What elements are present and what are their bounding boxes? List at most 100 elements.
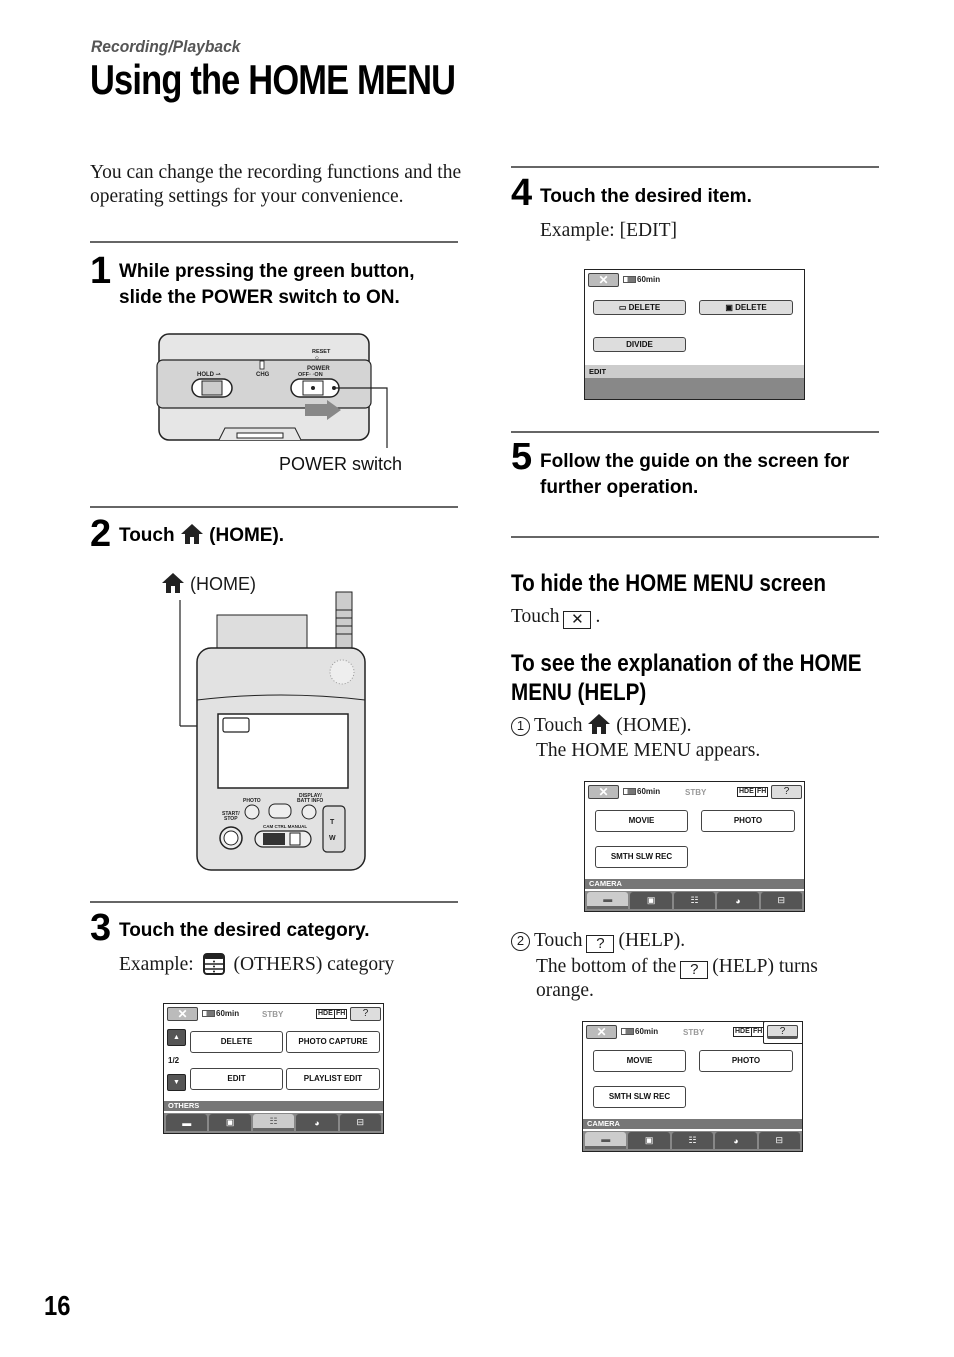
step-1-number: 1	[90, 250, 112, 292]
tab-settings[interactable]: ⊟	[339, 1114, 382, 1131]
close-icon: ✕	[563, 611, 592, 629]
playback-icon: ▣	[225, 1117, 235, 1127]
help-step-1: 1 Touch (HOME).	[511, 713, 692, 738]
power-switch-callout: POWER switch	[279, 454, 403, 474]
playback-icon: ▣	[646, 895, 656, 905]
film-icon: ▭	[618, 303, 627, 312]
help-step-2-note: The bottom of the? (HELP) turns orange.	[536, 956, 818, 1001]
off-on-label: OFF◦ ◦ON	[298, 372, 323, 378]
menu-item-delete[interactable]: DELETE	[190, 1031, 283, 1053]
svg-text:◇: ◇	[315, 355, 319, 361]
menu-item-smooth-slow-rec[interactable]: SMTH SLW REC	[595, 846, 688, 868]
camcorder-figure: PHOTO START/ STOP DISPLAY/ BATT INFO CAM…	[179, 591, 366, 871]
camera-icon: ▬	[601, 1134, 611, 1144]
help-step-2: 2 Touch? (HELP).	[511, 929, 685, 953]
step-4-number: 4	[511, 172, 533, 214]
close-button[interactable]: ✕	[588, 273, 619, 287]
svg-text:T: T	[330, 819, 335, 826]
close-button[interactable]: ✕	[586, 1025, 617, 1039]
step-4-heading: Touch the desired item.	[540, 186, 752, 207]
toolbox-icon: ⊟	[775, 1135, 784, 1145]
hold-label: HOLD ⇀	[197, 371, 221, 378]
close-button[interactable]: ✕	[167, 1007, 198, 1021]
tab-camera[interactable]: ▬	[585, 1132, 627, 1149]
step-1-heading: While pressing the green button, slide t…	[119, 259, 415, 311]
battery-indicator: 60min	[621, 1027, 658, 1036]
bottom-bar	[585, 378, 804, 399]
menu-item-movie[interactable]: MOVIE	[593, 1050, 686, 1072]
menu-item-photo[interactable]: PHOTO	[701, 810, 795, 832]
divider	[90, 901, 458, 903]
edit-menu-screen: ✕ 60min ▭ DELETE ▣ DELETE DIVIDE EDIT	[584, 269, 805, 400]
tab-settings[interactable]: ⊟	[760, 892, 803, 909]
home-menu-help-screen: ✕ 60min STBY HDE FH ? MOVIE PHOTO SMTH S…	[582, 1021, 803, 1152]
category-tabs: ▬ ▣ ☷ ◕ ⊟	[164, 1113, 383, 1133]
home-button-location	[222, 717, 250, 733]
step-1-heading-line2: slide the POWER switch to ON.	[119, 287, 400, 308]
intro-text: You can change the recording functions a…	[90, 162, 462, 207]
divider	[511, 536, 879, 538]
help-button[interactable]: ?	[771, 785, 802, 799]
battery-indicator: 60min	[623, 787, 660, 796]
menu-item-photo-capture[interactable]: PHOTO CAPTURE	[286, 1031, 380, 1053]
tab-settings[interactable]: ⊟	[758, 1132, 801, 1149]
print-icon: ◕	[735, 895, 741, 906]
photo-label: PHOTO	[243, 798, 261, 804]
photo-delete-button[interactable]: ▣ DELETE	[699, 300, 793, 315]
hd-indicator: HDE	[733, 1027, 752, 1037]
tab-others[interactable]: ☷	[671, 1132, 714, 1149]
menu-item-movie[interactable]: MOVIE	[595, 810, 688, 832]
step-3-example: Example: (OTHERS) category	[119, 953, 395, 975]
battery-icon	[623, 788, 636, 795]
tab-view-images[interactable]: ▣	[209, 1114, 251, 1131]
tab-others[interactable]: ☷	[252, 1114, 295, 1131]
category-tabs: ▬ ▣ ☷ ◕ ⊟	[583, 1131, 802, 1151]
fh-indicator: FH	[755, 787, 769, 797]
print-icon: ◕	[733, 1135, 739, 1146]
tab-view-images[interactable]: ▣	[630, 892, 672, 909]
divider	[511, 166, 879, 168]
chg-label: CHG	[256, 372, 270, 378]
step-1-heading-line1: While pressing the green button,	[119, 261, 415, 282]
reset-label: RESET	[312, 349, 331, 355]
step-3-number: 3	[90, 907, 112, 949]
menu-item-smooth-slow-rec[interactable]: SMTH SLW REC	[593, 1086, 686, 1108]
category-label: CAMERA	[583, 1119, 802, 1129]
step-4-example: Example: [EDIT]	[540, 220, 677, 241]
others-icon: ☷	[269, 1115, 278, 1126]
toolbox-icon: ⊟	[356, 1117, 365, 1127]
page-title: Using the HOME MENU	[90, 56, 456, 103]
close-button[interactable]: ✕	[588, 785, 619, 799]
divider	[90, 241, 458, 243]
tab-print[interactable]: ◕	[296, 1114, 338, 1131]
step-number-2: 2	[511, 932, 530, 951]
battery-indicator: 60min	[202, 1009, 239, 1018]
help-icon: ?	[586, 935, 615, 953]
camera-icon: ▬	[182, 1117, 192, 1128]
divide-button[interactable]: DIVIDE	[593, 337, 686, 352]
movie-delete-button[interactable]: ▭ DELETE	[593, 300, 686, 315]
tab-camera[interactable]: ▬	[166, 1114, 208, 1131]
section-label: Recording/Playback	[91, 37, 241, 56]
print-icon: ◕	[314, 1117, 320, 1128]
scroll-down-button[interactable]: ▼	[167, 1074, 186, 1091]
tab-others[interactable]: ☷	[673, 892, 716, 909]
others-menu-screen: ✕ 60min STBY HDE FH ? ▲ 1/2 ▼ DELETE PHO…	[163, 1003, 384, 1134]
tab-camera[interactable]: ▬	[587, 892, 629, 909]
help-icon: ?	[680, 961, 709, 979]
menu-item-edit[interactable]: EDIT	[190, 1068, 283, 1090]
scroll-up-button[interactable]: ▲	[167, 1029, 186, 1046]
page-number: 16	[44, 1290, 71, 1321]
battery-icon	[621, 1028, 634, 1035]
menu-item-playlist-edit[interactable]: PLAYLIST EDIT	[286, 1068, 380, 1090]
hide-menu-heading: To hide the HOME MENU screen	[511, 570, 827, 597]
home-icon	[588, 714, 611, 734]
hide-menu-text: Touch ✕.	[511, 606, 601, 629]
tab-print[interactable]: ◕	[717, 892, 759, 909]
camera-icon: ▬	[603, 894, 613, 904]
tab-view-images[interactable]: ▣	[628, 1132, 670, 1149]
menu-item-photo[interactable]: PHOTO	[699, 1050, 793, 1072]
tab-print[interactable]: ◕	[715, 1132, 757, 1149]
help-button[interactable]: ?	[350, 1007, 381, 1021]
others-icon: ☷	[690, 895, 699, 905]
